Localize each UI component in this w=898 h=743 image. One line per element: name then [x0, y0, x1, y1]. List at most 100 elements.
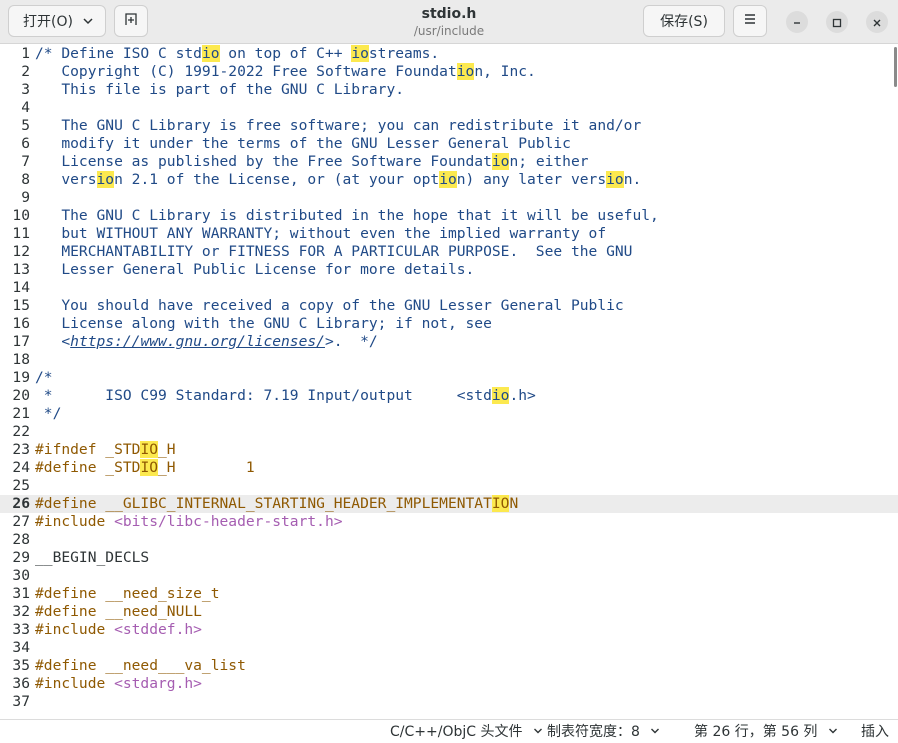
url-link[interactable]: https://www.gnu.org/licenses/ [70, 333, 325, 350]
maximize-icon [832, 13, 842, 32]
code-line[interactable]: 10 The GNU C Library is distributed in t… [0, 207, 898, 225]
line-number: 22 [12, 423, 30, 440]
code-line[interactable]: 21 */ [0, 405, 898, 423]
code-line[interactable]: 12 MERCHANTABILITY or FITNESS FOR A PART… [0, 243, 898, 261]
code-line[interactable]: 36 #include <stdarg.h> [0, 675, 898, 693]
code-line[interactable]: 4 [0, 99, 898, 117]
code-line[interactable]: 3 This file is part of the GNU C Library… [0, 81, 898, 99]
close-button[interactable] [866, 11, 888, 33]
search-match: io [96, 171, 115, 188]
code-text: version 2.1 of the License, or (at your … [35, 171, 641, 189]
open-button[interactable]: 打开(O) [8, 5, 106, 37]
code-line[interactable]: 31 #define __need_size_t [0, 585, 898, 603]
code-line[interactable]: 37 [0, 693, 898, 711]
code-line[interactable]: 26 #define __GLIBC_INTERNAL_STARTING_HEAD… [0, 495, 898, 513]
vertical-scrollbar[interactable] [894, 47, 897, 87]
minimize-button[interactable] [786, 11, 808, 33]
code-token: #define __need_NULL [35, 603, 202, 620]
code-line[interactable]: 14 [0, 279, 898, 297]
maximize-button[interactable] [826, 11, 848, 33]
line-number: 2 [21, 63, 30, 80]
code-line[interactable]: 20 * ISO C99 Standard: 7.19 Input/output… [0, 387, 898, 405]
open-button-label: 打开(O) [23, 14, 73, 30]
code-line[interactable]: 6 modify it under the terms of the GNU L… [0, 135, 898, 153]
code-text: MERCHANTABILITY or FITNESS FOR A PARTICU… [35, 243, 632, 261]
code-line[interactable]: 27 #include <bits/libc-header-start.h> [0, 513, 898, 531]
code-line[interactable]: 29 __BEGIN_DECLS [0, 549, 898, 567]
code-token: __BEGIN_DECLS [35, 549, 150, 566]
line-number: 9 [21, 189, 30, 206]
code-line[interactable]: 33 #include <stddef.h> [0, 621, 898, 639]
code-line[interactable]: 15 You should have received a copy of th… [0, 297, 898, 315]
code-token: License along with the GNU C Library; if… [35, 315, 492, 332]
code-token: MERCHANTABILITY or FITNESS FOR A PARTICU… [35, 243, 633, 260]
code-line[interactable]: 22 [0, 423, 898, 441]
language-selector[interactable]: C/C++/ObjC 头文件 [390, 723, 543, 741]
line-number: 4 [21, 99, 30, 116]
code-token: This file is part of the GNU C Library. [35, 81, 405, 98]
code-token: <stdarg.h> [114, 675, 202, 692]
chevron-down-icon [828, 723, 838, 741]
code-line[interactable]: 34 [0, 639, 898, 657]
code-token: on top of C++ [219, 45, 352, 62]
code-token: #ifndef _STD [35, 441, 141, 458]
code-line[interactable]: 23 #ifndef _STDIO_H [0, 441, 898, 459]
code-line[interactable]: 32 #define __need_NULL [0, 603, 898, 621]
code-text: #ifndef _STDIO_H [35, 441, 176, 459]
code-token: You should have received a copy of the G… [35, 297, 624, 314]
code-token: modify it under the terms of the GNU Les… [35, 135, 571, 152]
search-match: io [491, 153, 510, 170]
search-match: io [351, 45, 369, 62]
code-text: #define __need_NULL [35, 603, 202, 621]
main-menu-button[interactable] [733, 5, 767, 37]
code-line[interactable]: 35 #define __need___va_list [0, 657, 898, 675]
code-token: #define __need_size_t [35, 585, 220, 602]
window-subtitle: /usr/include [413, 24, 485, 38]
code-line[interactable]: 7 License as published by the Free Softw… [0, 153, 898, 171]
search-match: io [491, 387, 510, 404]
hamburger-menu-icon [743, 12, 757, 30]
line-number: 23 [12, 441, 30, 458]
code-line[interactable]: 18 [0, 351, 898, 369]
line-number: 37 [12, 693, 30, 710]
code-line[interactable]: 13 Lesser General Public License for mor… [0, 261, 898, 279]
code-line[interactable]: 2 Copyright (C) 1991-2022 Free Software … [0, 63, 898, 81]
header-bar: 打开(O) stdio.h /usr/include 保存(S) [0, 0, 898, 44]
code-token: The GNU C Library is distributed in the … [35, 207, 659, 224]
insert-mode-indicator[interactable]: 插入 [861, 723, 889, 741]
save-button[interactable]: 保存(S) [643, 5, 725, 37]
new-tab-button[interactable] [114, 5, 148, 37]
line-number: 13 [12, 261, 30, 278]
line-number: 6 [21, 135, 30, 152]
search-match: io [606, 171, 624, 188]
code-line[interactable]: 24 #define _STDIO_H 1 [0, 459, 898, 477]
code-line[interactable]: 1/* Define ISO C stdio on top of C++ ios… [0, 45, 898, 63]
code-token: /* [35, 369, 53, 386]
code-line[interactable]: 30 [0, 567, 898, 585]
cursor-position[interactable]: 第 26 行，第 56 列 [694, 723, 838, 741]
code-line[interactable]: 17 <https://www.gnu.org/licenses/>. */ [0, 333, 898, 351]
code-line[interactable]: 11 but WITHOUT ANY WARRANTY; without eve… [0, 225, 898, 243]
line-number: 16 [12, 315, 30, 332]
code-line[interactable]: 8 version 2.1 of the License, or (at you… [0, 171, 898, 189]
line-number: 20 [12, 387, 30, 404]
code-token: n) any later vers [456, 171, 607, 188]
code-line[interactable]: 5 The GNU C Library is free software; yo… [0, 117, 898, 135]
code-line[interactable]: 16 License along with the GNU C Library;… [0, 315, 898, 333]
search-match: io [439, 171, 457, 188]
tab-width-label: 制表符宽度：8 [547, 724, 640, 740]
code-line[interactable]: 19 /* [0, 369, 898, 387]
code-line[interactable]: 28 [0, 531, 898, 549]
code-text: #include <stdarg.h> [35, 675, 202, 693]
line-number: 14 [12, 279, 30, 296]
code-token: n 2.1 of the License, or (at your opt [114, 171, 440, 188]
code-line[interactable]: 9 [0, 189, 898, 207]
search-match: IO [140, 441, 159, 458]
tab-width-selector[interactable]: 制表符宽度：8 [547, 723, 660, 741]
code-line[interactable]: 25 [0, 477, 898, 495]
line-number: 5 [21, 117, 30, 134]
window-title: stdio.h [421, 6, 477, 22]
code-token: */ [35, 405, 62, 422]
code-editor[interactable]: 1/* Define ISO C stdio on top of C++ ios… [0, 45, 898, 718]
code-text: #define __need___va_list [35, 657, 246, 675]
